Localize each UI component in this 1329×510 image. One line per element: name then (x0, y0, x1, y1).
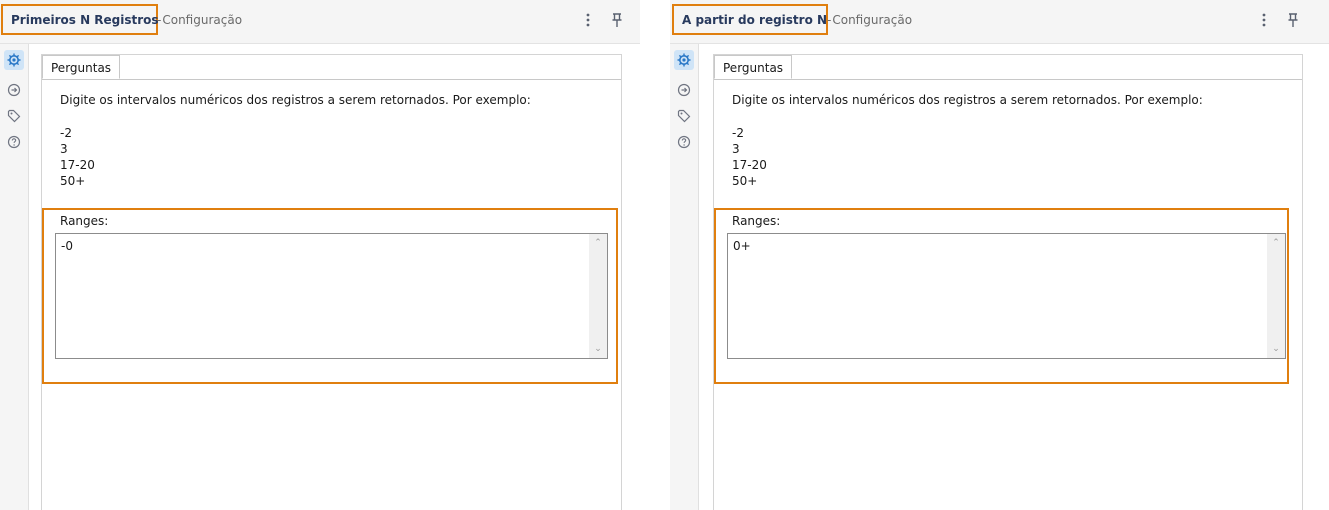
more-options-icon[interactable] (1256, 11, 1272, 29)
connections-icon[interactable] (677, 82, 691, 97)
example-line: -2 (732, 126, 744, 140)
panel-title: A partir do registro N (682, 12, 828, 27)
example-line: 50+ (732, 174, 758, 188)
tag-icon[interactable] (7, 108, 21, 123)
scroll-up-icon[interactable]: ⌃ (1267, 236, 1285, 250)
title-separator: - (157, 13, 162, 27)
tag-icon[interactable] (677, 108, 691, 123)
tab-divider (42, 79, 621, 80)
ranges-textarea[interactable]: -0 ⌃ ⌄ (55, 233, 608, 359)
instructions-text: Digite os intervalos numéricos dos regis… (732, 93, 1203, 107)
subtitle-text: Configuração (162, 13, 243, 27)
ranges-textarea[interactable]: 0+ ⌃ ⌄ (727, 233, 1286, 359)
config-panel-right: A partir do registro N -Configuração Per… (670, 0, 1329, 510)
side-rail (670, 44, 699, 510)
configuration-content: Perguntas Digite os intervalos numéricos… (713, 54, 1303, 510)
ranges-label: Ranges: (732, 214, 781, 228)
tab-perguntas[interactable]: Perguntas (714, 55, 793, 79)
panel-subtitle: -Configuração (827, 13, 912, 27)
scrollbar[interactable]: ⌃ ⌄ (589, 234, 607, 358)
instructions-text: Digite os intervalos numéricos dos regis… (60, 93, 531, 107)
help-icon[interactable] (7, 134, 21, 149)
example-line: 17-20 (732, 158, 767, 172)
connections-icon[interactable] (7, 82, 21, 97)
example-line: 3 (60, 142, 68, 156)
tab-perguntas[interactable]: Perguntas (42, 55, 121, 79)
title-highlight: Primeiros N Registros (1, 4, 159, 35)
ranges-value: 0+ (733, 239, 751, 253)
gear-icon[interactable] (4, 50, 24, 70)
pin-icon[interactable] (1285, 11, 1301, 29)
configuration-content: Perguntas Digite os intervalos numéricos… (41, 54, 622, 510)
side-rail (0, 44, 29, 510)
ranges-label: Ranges: (60, 214, 109, 228)
scroll-down-icon[interactable]: ⌄ (589, 342, 607, 356)
help-icon[interactable] (677, 134, 691, 149)
title-highlight: A partir do registro N (672, 4, 828, 35)
panel-title: Primeiros N Registros (11, 12, 159, 27)
gear-icon[interactable] (674, 50, 694, 70)
pin-icon[interactable] (609, 11, 625, 29)
scroll-up-icon[interactable]: ⌃ (589, 236, 607, 250)
example-line: 50+ (60, 174, 86, 188)
example-line: -2 (60, 126, 72, 140)
scroll-down-icon[interactable]: ⌄ (1267, 342, 1285, 356)
example-line: 17-20 (60, 158, 95, 172)
scrollbar[interactable]: ⌃ ⌄ (1267, 234, 1285, 358)
panel-subtitle: -Configuração (157, 13, 242, 27)
config-panel-left: Primeiros N Registros -Configuração Perg… (0, 0, 640, 510)
tab-divider (714, 79, 1302, 80)
panel-header: Primeiros N Registros -Configuração (0, 0, 640, 44)
more-options-icon[interactable] (580, 11, 596, 29)
ranges-value: -0 (61, 239, 73, 253)
panel-header: A partir do registro N -Configuração (670, 0, 1329, 44)
example-line: 3 (732, 142, 740, 156)
subtitle-text: Configuração (832, 13, 913, 27)
title-separator: - (827, 13, 832, 27)
